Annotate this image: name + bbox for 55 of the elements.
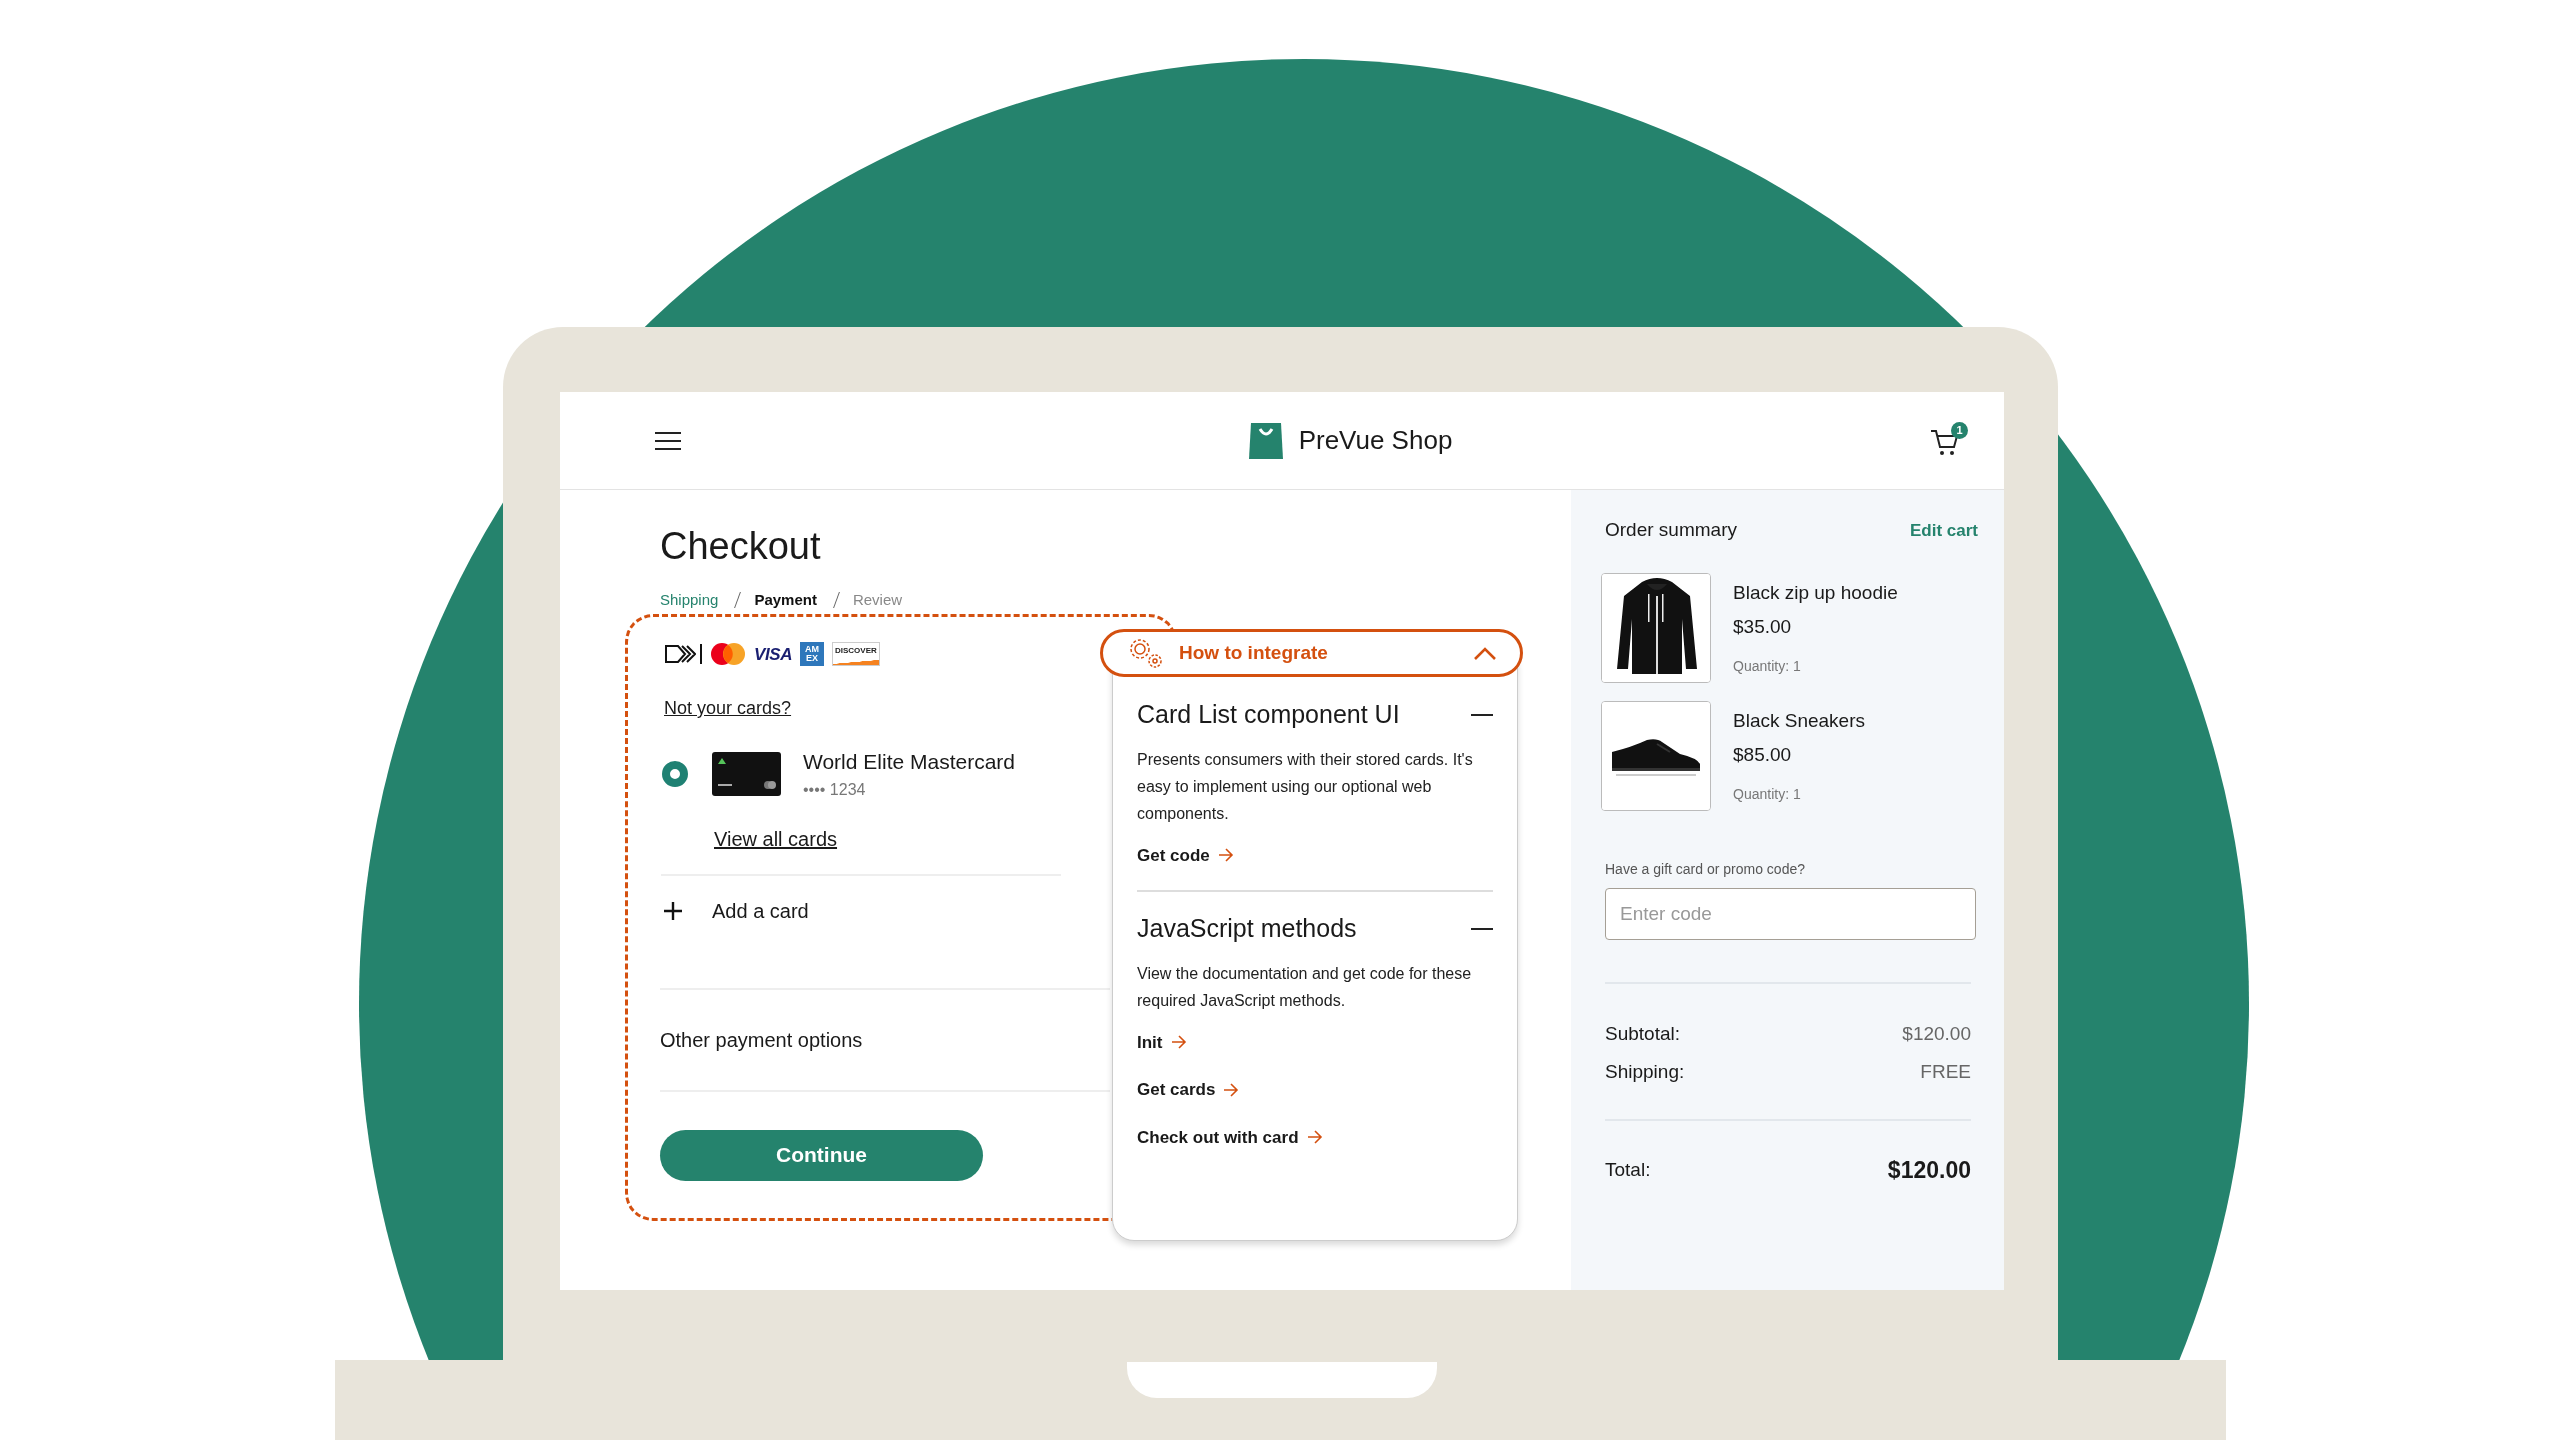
menu-icon[interactable] xyxy=(655,430,681,451)
code-link[interactable]: Get code xyxy=(1137,842,1234,868)
not-your-cards-link[interactable]: Not your cards? xyxy=(664,698,792,718)
radio-button[interactable] xyxy=(662,760,688,787)
discover-logo: DISCOVER xyxy=(832,642,880,667)
breadcrumb-step: Review xyxy=(852,589,903,612)
section-title[interactable]: Card List component UI xyxy=(1137,696,1400,734)
summary-label: Subtotal: xyxy=(1605,1021,1680,1046)
section-description: Presents consumers with their stored cards. It's easy to implement using our optional web components. xyxy=(1137,749,1474,824)
section-description: View the documentation and get code for these required JavaScript methods. xyxy=(1137,963,1473,1011)
product-price: $85.00 xyxy=(1733,743,1793,767)
code-link[interactable]: Get cards xyxy=(1137,1077,1240,1103)
summary-label: Shipping: xyxy=(1605,1060,1685,1084)
view-all-cards-link[interactable]: View all cards xyxy=(714,827,838,850)
product-quantity: Quantity: 1 xyxy=(1733,656,1802,676)
page-title: Checkout xyxy=(660,524,822,569)
brand-name: PreVue Shop xyxy=(1298,424,1453,457)
cart-count-badge: 1 xyxy=(1951,421,1968,439)
edit-cart-link[interactable]: Edit cart xyxy=(1909,517,1978,543)
arrow-icon xyxy=(1306,1130,1323,1145)
shopping-bag-icon xyxy=(1248,422,1283,459)
code-link[interactable]: Check out with card xyxy=(1137,1124,1323,1150)
summary-value: FREE xyxy=(1920,1060,1971,1084)
card-thumbnail-icon xyxy=(712,751,781,796)
order-summary-title: Order summary xyxy=(1605,518,1737,542)
breadcrumb-step[interactable]: Shipping xyxy=(660,589,719,612)
product-name: Black Sneakers xyxy=(1733,708,1865,733)
product-quantity: Quantity: 1 xyxy=(1733,784,1802,804)
arrow-icon xyxy=(1217,848,1234,863)
card-name: World Elite Mastercard xyxy=(803,749,1015,775)
product-price: $35.00 xyxy=(1733,615,1793,639)
collapse-icon[interactable] xyxy=(1471,927,1493,930)
other-payment-options[interactable]: Other payment options xyxy=(660,1024,863,1055)
amex-logo: AM EX xyxy=(800,642,824,667)
click-to-pay-icon xyxy=(664,644,696,665)
gears-icon xyxy=(1127,636,1165,670)
plus-icon xyxy=(664,901,682,920)
how-to-integrate-toggle[interactable]: How to integrate xyxy=(1100,629,1523,677)
arrow-icon xyxy=(1170,1035,1187,1050)
card-number: •••• 1234 xyxy=(803,779,867,800)
continue-button[interactable]: Continue xyxy=(660,1129,983,1181)
section-title[interactable]: JavaScript methods xyxy=(1137,910,1357,948)
add-card-button[interactable]: Add a card xyxy=(664,895,809,926)
visa-logo: VISA xyxy=(754,643,792,666)
promo-label: Have a gift card or promo code? xyxy=(1605,859,1806,879)
summary-value: $120.00 xyxy=(1902,1021,1971,1046)
collapse-icon[interactable] xyxy=(1471,713,1493,716)
product-name: Black zip up hoodie xyxy=(1733,580,1898,605)
code-link[interactable]: Init xyxy=(1137,1029,1187,1055)
breadcrumb-step: Payment xyxy=(754,589,817,612)
total-label: Total: xyxy=(1605,1157,1651,1182)
mastercard-icon xyxy=(710,642,746,667)
total-value: $120.00 xyxy=(1887,1155,1971,1185)
arrow-icon xyxy=(1223,1082,1240,1097)
promo-code-field[interactable]: Enter code xyxy=(1605,887,1976,940)
